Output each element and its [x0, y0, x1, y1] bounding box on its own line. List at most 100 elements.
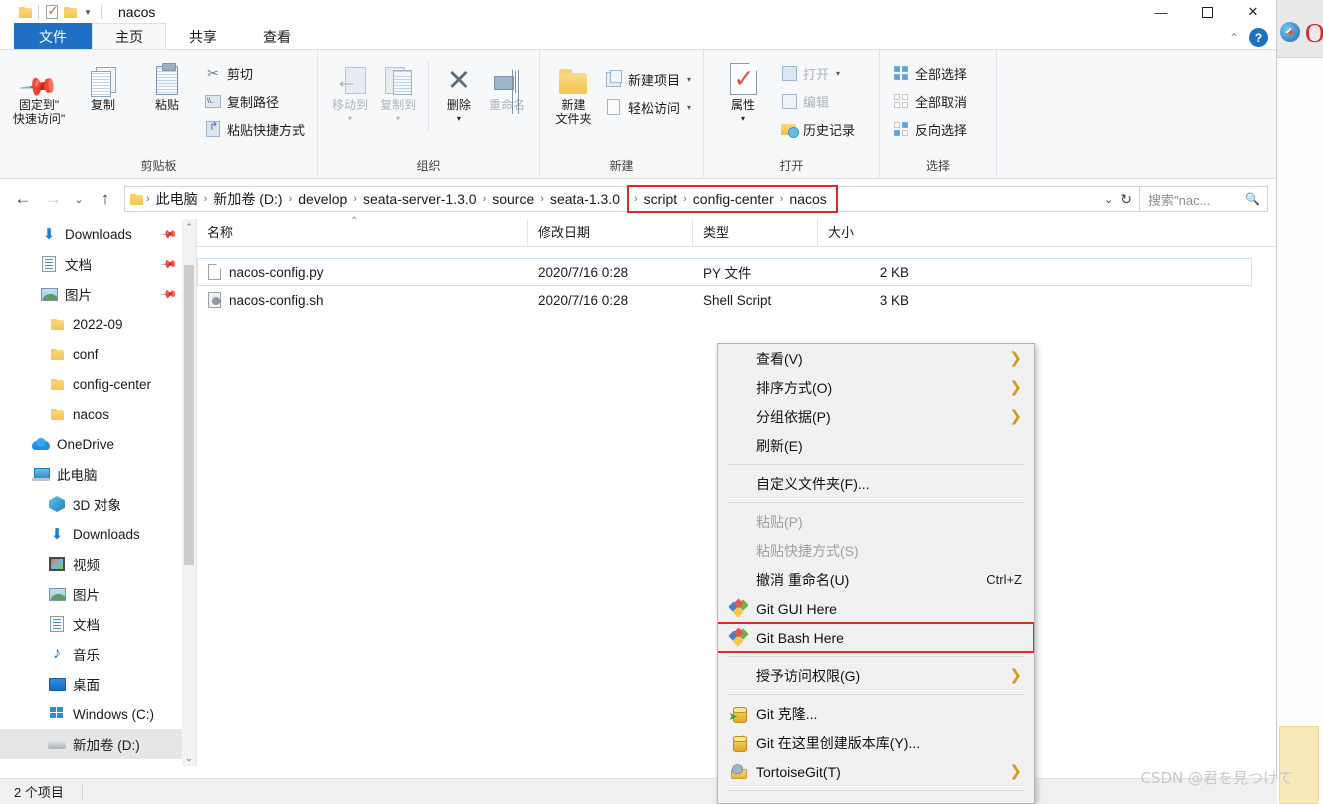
column-header-type[interactable]: 类型: [692, 218, 817, 247]
nav-item-onedrive[interactable]: OneDrive: [0, 429, 182, 459]
tab-file[interactable]: 文件: [14, 23, 92, 49]
nav-item-downloads-quick[interactable]: ⬇ Downloads 📌: [0, 219, 182, 249]
nav-item-pictures[interactable]: 图片: [0, 579, 182, 609]
menu-item-group-by[interactable]: 分组依据(P): [718, 402, 1034, 431]
column-header-date[interactable]: 修改日期: [527, 218, 692, 247]
nav-item-new-volume-d[interactable]: 新加卷 (D:): [0, 729, 182, 759]
breadcrumb[interactable]: › 此电脑 › 新加卷 (D:) › develop › seata-serve…: [124, 185, 1140, 213]
menu-item-sort-by[interactable]: 排序方式(O): [718, 373, 1034, 402]
breadcrumb-item-config-center[interactable]: config-center: [688, 191, 779, 207]
column-header-name[interactable]: 名称: [197, 219, 527, 247]
copy-path-button[interactable]: \\.. 复制路径: [200, 88, 309, 114]
edit-button[interactable]: 编辑: [776, 88, 859, 114]
help-icon[interactable]: ?: [1249, 28, 1268, 47]
menu-item-paste[interactable]: 粘贴(P): [718, 507, 1034, 536]
invert-selection-button[interactable]: 反向选择: [888, 116, 971, 142]
table-row[interactable]: nacos-config.sh 2020/7/16 0:28 Shell Scr…: [198, 286, 1252, 314]
pin-icon[interactable]: 📌: [160, 285, 179, 303]
nav-item-config-center[interactable]: config-center: [0, 369, 182, 399]
move-to-caret-icon[interactable]: ▾: [348, 111, 352, 126]
new-folder-button[interactable]: 新建 文件夹: [548, 56, 599, 127]
menu-item-view[interactable]: 查看(V): [718, 344, 1034, 373]
breadcrumb-item-2[interactable]: develop: [293, 191, 352, 207]
menu-item-git-clone[interactable]: ➤ Git 克隆...: [718, 699, 1034, 728]
back-button[interactable]: ←: [8, 185, 38, 213]
nav-item-documents[interactable]: 文档: [0, 609, 182, 639]
copy-to-button[interactable]: 复制到 ▾: [374, 56, 422, 126]
new-item-button[interactable]: 新建项目 ▾: [601, 66, 695, 92]
open-button[interactable]: 打开 ▾: [776, 60, 859, 86]
tab-view[interactable]: 查看: [240, 23, 314, 49]
new-folder-icon[interactable]: [61, 2, 79, 22]
nav-item-music[interactable]: ♪ 音乐: [0, 639, 182, 669]
menu-item-undo-rename[interactable]: 撤消 重命名(U) Ctrl+Z: [718, 565, 1034, 594]
scrollbar-thumb[interactable]: [184, 265, 194, 565]
tab-share[interactable]: 共享: [166, 23, 240, 49]
refresh-icon[interactable]: ↻: [1120, 191, 1132, 208]
close-button[interactable]: ✕: [1230, 0, 1276, 24]
cut-button[interactable]: ✂ 剪切: [200, 60, 309, 86]
nav-item-windows-c[interactable]: Windows (C:): [0, 699, 182, 729]
minimize-button[interactable]: —: [1138, 0, 1184, 24]
search-input[interactable]: 搜索"nac... 🔍: [1140, 186, 1268, 212]
breadcrumb-item-1[interactable]: 新加卷 (D:): [208, 189, 287, 209]
qat-dropdown-icon[interactable]: ▾: [79, 2, 97, 22]
menu-item-svn-checkout[interactable]: SVN Checkout: [718, 795, 1034, 803]
breadcrumb-item-5[interactable]: seata-1.3.0: [545, 191, 625, 207]
folder-icon[interactable]: [16, 2, 34, 22]
breadcrumb-item-3[interactable]: seata-server-1.3.0: [358, 191, 482, 207]
pin-icon[interactable]: 📌: [160, 255, 179, 273]
breadcrumb-item-script[interactable]: script: [639, 191, 682, 207]
table-row[interactable]: nacos-config.py 2020/7/16 0:28 PY 文件 2 K…: [197, 258, 1252, 286]
delete-button[interactable]: ✕ 删除 ▾: [435, 56, 483, 126]
nav-item-desktop[interactable]: 桌面: [0, 669, 182, 699]
breadcrumb-dropdown-icon[interactable]: ⌄: [1104, 193, 1113, 206]
copy-to-caret-icon[interactable]: ▾: [396, 111, 400, 126]
tab-home[interactable]: 主页: [92, 23, 166, 49]
pin-to-quick-access-button[interactable]: 📌 固定到" 快速访问": [8, 56, 70, 127]
delete-caret-icon[interactable]: ▾: [457, 111, 461, 126]
menu-item-grant-access[interactable]: 授予访问权限(G): [718, 661, 1034, 690]
maximize-button[interactable]: [1184, 0, 1230, 24]
menu-item-git-gui-here[interactable]: Git GUI Here: [718, 594, 1034, 623]
nav-item-2022-09[interactable]: 2022-09: [0, 309, 182, 339]
nav-item-nacos[interactable]: nacos: [0, 399, 182, 429]
breadcrumb-item-0[interactable]: 此电脑: [151, 189, 203, 209]
up-button[interactable]: ↑: [90, 185, 120, 213]
new-item-caret-icon[interactable]: ▾: [687, 75, 691, 84]
nav-item-this-pc[interactable]: 此电脑: [0, 459, 182, 489]
menu-item-git-create-repository[interactable]: ★ Git 在这里创建版本库(Y)...: [718, 728, 1034, 757]
properties-button[interactable]: 属性 ▾: [712, 56, 774, 126]
forward-button[interactable]: →: [38, 185, 68, 213]
recent-locations-button[interactable]: ⌄: [68, 185, 90, 213]
pin-icon[interactable]: 📌: [160, 225, 179, 243]
move-to-button[interactable]: 移动到 ▾: [326, 56, 374, 126]
menu-item-refresh[interactable]: 刷新(E): [718, 431, 1034, 460]
easy-access-caret-icon[interactable]: ▾: [687, 103, 691, 112]
open-caret-icon[interactable]: ▾: [836, 69, 840, 78]
nav-item-downloads[interactable]: ⬇ Downloads: [0, 519, 182, 549]
menu-item-tortoisegit[interactable]: TortoiseGit(T): [718, 757, 1034, 786]
rename-button[interactable]: 重命名: [483, 56, 531, 113]
select-none-button[interactable]: 全部取消: [888, 88, 971, 114]
history-button[interactable]: 历史记录: [776, 116, 859, 142]
properties-caret-icon[interactable]: ▾: [741, 111, 745, 126]
copy-button[interactable]: 复制: [72, 56, 134, 113]
scroll-down-icon[interactable]: ⌄: [182, 750, 196, 766]
nav-item-3d-objects[interactable]: 3D 对象: [0, 489, 182, 519]
select-all-button[interactable]: 全部选择: [888, 60, 971, 86]
paste-shortcut-button[interactable]: 粘贴快捷方式: [200, 116, 309, 142]
properties-icon[interactable]: [43, 2, 61, 22]
nav-item-conf[interactable]: conf: [0, 339, 182, 369]
breadcrumb-item-4[interactable]: source: [487, 191, 539, 207]
nav-item-videos[interactable]: 视频: [0, 549, 182, 579]
menu-item-git-bash-here[interactable]: Git Bash Here: [718, 622, 1034, 653]
collapse-ribbon-icon[interactable]: ⌃: [1229, 31, 1239, 45]
menu-item-paste-shortcut[interactable]: 粘贴快捷方式(S): [718, 536, 1034, 565]
nav-item-documents-quick[interactable]: 文档 📌: [0, 249, 182, 279]
paste-button[interactable]: 粘贴: [136, 56, 198, 113]
easy-access-button[interactable]: 轻松访问 ▾: [601, 94, 695, 120]
nav-item-pictures-quick[interactable]: 图片 📌: [0, 279, 182, 309]
menu-item-customize-folder[interactable]: 自定义文件夹(F)...: [718, 469, 1034, 498]
breadcrumb-item-nacos[interactable]: nacos: [784, 191, 831, 207]
